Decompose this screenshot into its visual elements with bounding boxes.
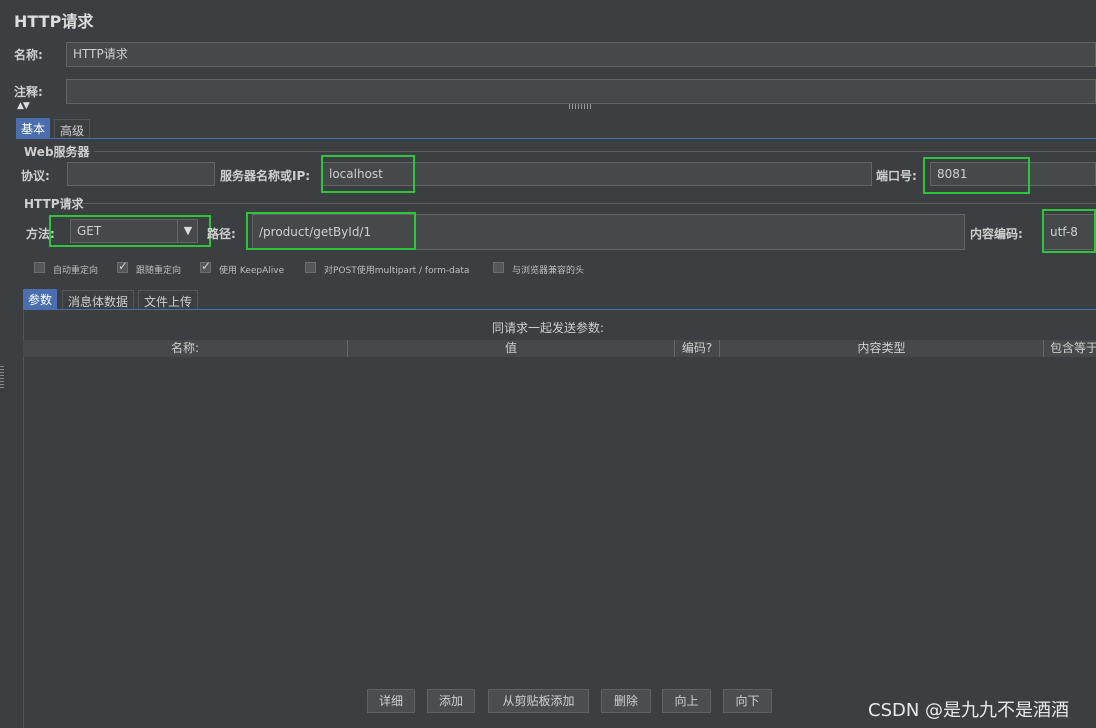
encoding-input[interactable]: utf-8 — [1043, 214, 1096, 250]
comment-input[interactable] — [66, 79, 1096, 104]
column-header-name[interactable]: 名称: — [23, 340, 348, 357]
checkbox-label: 对POST使用multipart / form-data — [324, 266, 470, 276]
tab-advanced[interactable]: 高级 — [54, 119, 91, 138]
method-label: 方法: — [26, 227, 55, 241]
tab-body-data[interactable]: 消息体数据 — [62, 290, 135, 309]
add-from-clipboard-button[interactable]: 从剪贴板添加 — [488, 689, 589, 713]
column-header-encode[interactable]: 编码? — [675, 340, 720, 357]
method-value: GET — [77, 224, 102, 238]
params-table-header: 名称: 值 编码? 内容类型 包含等于 — [23, 340, 1096, 357]
chevron-down-icon[interactable]: ▼ — [177, 220, 198, 242]
checkbox-label: 自动重定向 — [53, 266, 99, 276]
tab-basic[interactable]: 基本 — [16, 118, 51, 138]
section-divider — [94, 151, 1096, 152]
name-input[interactable]: HTTP请求 — [66, 42, 1096, 67]
tab-underline — [16, 138, 1096, 139]
panel-title: HTTP请求 — [14, 12, 94, 31]
column-header-include-equals[interactable]: 包含等于 — [1044, 340, 1096, 357]
checkbox-label: 与浏览器兼容的头 — [512, 266, 585, 276]
collapse-arrows-icon[interactable]: ▲▼ — [17, 101, 30, 111]
params-table-body[interactable] — [23, 357, 1096, 687]
protocol-label: 协议: — [21, 169, 50, 183]
encoding-label: 内容编码: — [970, 227, 1023, 241]
comment-label: 注释: — [14, 85, 43, 99]
add-button[interactable]: 添加 — [427, 689, 475, 713]
name-label: 名称: — [14, 48, 43, 62]
column-header-content-type[interactable]: 内容类型 — [720, 340, 1044, 357]
checkbox-auto-redirect[interactable] — [34, 262, 45, 273]
column-header-value[interactable]: 值 — [348, 340, 675, 357]
move-up-button[interactable]: 向上 — [662, 689, 711, 713]
move-down-button[interactable]: 向下 — [723, 689, 772, 713]
splitter-grip-icon[interactable] — [569, 104, 593, 109]
watermark: CSDN @是九九不是酒酒 — [868, 700, 1070, 721]
port-label: 端口号: — [876, 169, 917, 183]
protocol-input[interactable] — [67, 162, 215, 186]
checkbox-browser-headers[interactable] — [493, 262, 504, 273]
delete-button[interactable]: 删除 — [601, 689, 651, 713]
server-input[interactable]: localhost — [322, 162, 872, 186]
detail-button[interactable]: 详细 — [367, 689, 415, 713]
params-caption: 同请求一起发送参数: — [491, 321, 605, 335]
tab-file-upload[interactable]: 文件上传 — [138, 290, 199, 309]
checkbox-label: 跟随重定向 — [136, 266, 182, 276]
side-splitter-grip-icon[interactable] — [0, 366, 4, 388]
port-input[interactable]: 8081 — [930, 162, 1096, 186]
web-server-section-title: Web服务器 — [24, 145, 90, 159]
tab-parameters[interactable]: 参数 — [23, 289, 58, 309]
path-label: 路径: — [207, 227, 236, 241]
checkbox-follow-redirect[interactable] — [117, 259, 128, 273]
checkbox-keepalive[interactable] — [200, 259, 211, 273]
path-input[interactable]: /product/getById/1 — [252, 214, 965, 250]
checkbox-multipart[interactable] — [305, 262, 316, 273]
section-divider — [82, 203, 1096, 204]
server-label: 服务器名称或IP: — [220, 169, 311, 183]
checkbox-label: 使用 KeepAlive — [219, 266, 285, 276]
http-request-section-title: HTTP请求 — [24, 197, 84, 211]
